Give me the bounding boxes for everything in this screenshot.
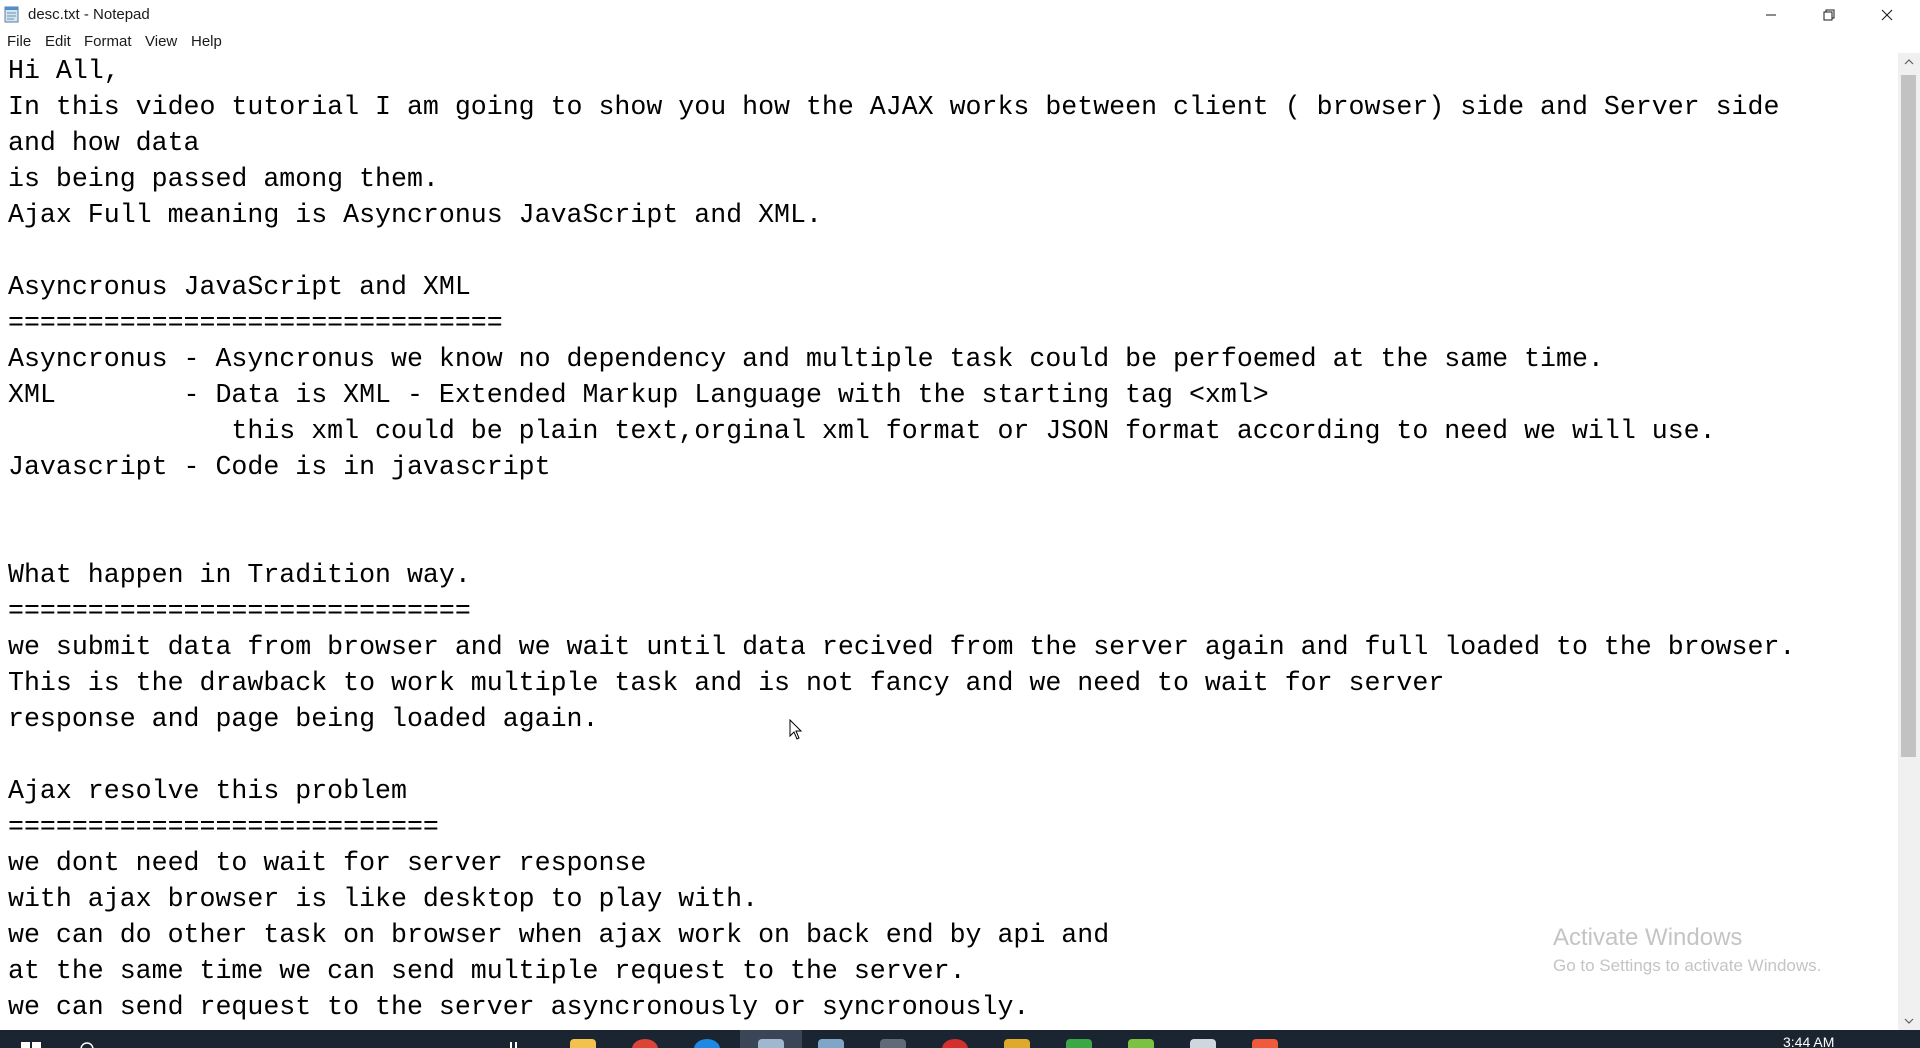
text-line: ===========================: [8, 812, 439, 842]
close-button[interactable]: [1858, 0, 1916, 30]
text-line: Ajax resolve this problem: [8, 776, 407, 806]
text-line: is being passed among them.: [8, 164, 439, 194]
tool-icon[interactable]: [1190, 1039, 1216, 1048]
task-view-icon[interactable]: [506, 1039, 532, 1048]
clock-time[interactable]: 3:44 AM: [1783, 1034, 1834, 1048]
photos-icon[interactable]: [818, 1039, 844, 1048]
file-explorer-icon[interactable]: [570, 1039, 596, 1048]
scroll-down-arrow[interactable]: [1898, 1012, 1920, 1030]
window-title: desc.txt - Notepad: [28, 6, 150, 23]
text-line: This is the drawback to work multiple ta…: [8, 668, 1445, 698]
text-line: we can send request to the server asyncr…: [8, 992, 1030, 1022]
notepad-plus-icon[interactable]: [1128, 1039, 1154, 1048]
text-line: this xml could be plain text,orginal xml…: [8, 416, 1716, 446]
text-line: Ajax Full meaning is Asyncronus JavaScri…: [8, 200, 822, 230]
text-line: at the same time we can send multiple re…: [8, 956, 966, 986]
text-line: In this video tutorial I am going to sho…: [8, 92, 1780, 122]
text-line: Asyncronus - Asyncronus we know no depen…: [8, 344, 1604, 374]
activation-watermark: Activate Windows Go to Settings to activ…: [1553, 924, 1821, 976]
opera-icon[interactable]: [942, 1039, 968, 1048]
title-bar: desc.txt - Notepad: [0, 0, 1920, 30]
taskbar: 3:44 AM: [0, 1030, 1920, 1048]
chevron-down-icon: [1904, 1018, 1914, 1024]
text-line: XML - Data is XML - Extended Markup Lang…: [8, 380, 1269, 410]
text-line: Javascript - Code is in javascript: [8, 452, 551, 482]
menu-bar: File Edit Format View Help: [0, 30, 1920, 52]
text-line: with ajax browser is like desktop to pla…: [8, 884, 759, 914]
terminal-icon[interactable]: [880, 1039, 906, 1048]
scrollbar-thumb[interactable]: [1901, 75, 1916, 757]
menu-file[interactable]: File: [7, 33, 31, 50]
menu-help[interactable]: Help: [191, 33, 222, 50]
close-icon: [1881, 9, 1893, 21]
menu-view[interactable]: View: [145, 33, 177, 50]
text-line: we can do other task on browser when aja…: [8, 920, 1110, 950]
folder-icon[interactable]: [1004, 1039, 1030, 1048]
text-line: Asyncronus JavaScript and XML: [8, 272, 471, 302]
scroll-up-arrow[interactable]: [1898, 53, 1920, 71]
text-line: response and page being loaded again.: [8, 704, 599, 734]
mouse-cursor-icon: [789, 719, 803, 740]
menu-format[interactable]: Format: [84, 33, 132, 50]
search-icon[interactable]: [74, 1039, 100, 1048]
edge-icon[interactable]: [694, 1039, 720, 1048]
notepad-icon: [4, 6, 19, 23]
chevron-up-icon: [1904, 59, 1914, 65]
vertical-scrollbar[interactable]: [1898, 53, 1920, 1030]
app-icon[interactable]: [1252, 1039, 1278, 1048]
start-icon[interactable]: [18, 1039, 44, 1048]
text-line: we dont need to wait for server response: [8, 848, 647, 878]
text-line: and how data: [8, 128, 200, 158]
notepad-taskbar-icon[interactable]: [758, 1039, 784, 1048]
text-line: =============================: [8, 596, 471, 626]
restore-button[interactable]: [1800, 0, 1858, 30]
chrome-icon[interactable]: [632, 1039, 658, 1048]
text-line: we submit data from browser and we wait …: [8, 632, 1796, 662]
text-line: What happen in Tradition way.: [8, 560, 471, 590]
text-line: ===============================: [8, 308, 503, 338]
menu-edit[interactable]: Edit: [45, 33, 71, 50]
console-icon[interactable]: [1066, 1039, 1092, 1048]
minimize-icon: [1766, 14, 1776, 16]
watermark-subtitle: Go to Settings to activate Windows.: [1553, 956, 1822, 975]
minimize-button[interactable]: [1742, 0, 1800, 30]
restore-icon: [1823, 9, 1835, 21]
text-line: Hi All,: [8, 56, 120, 86]
text-editor[interactable]: Hi All, In this video tutorial I am goin…: [0, 53, 1898, 1030]
watermark-title: Activate Windows: [1553, 924, 1743, 951]
